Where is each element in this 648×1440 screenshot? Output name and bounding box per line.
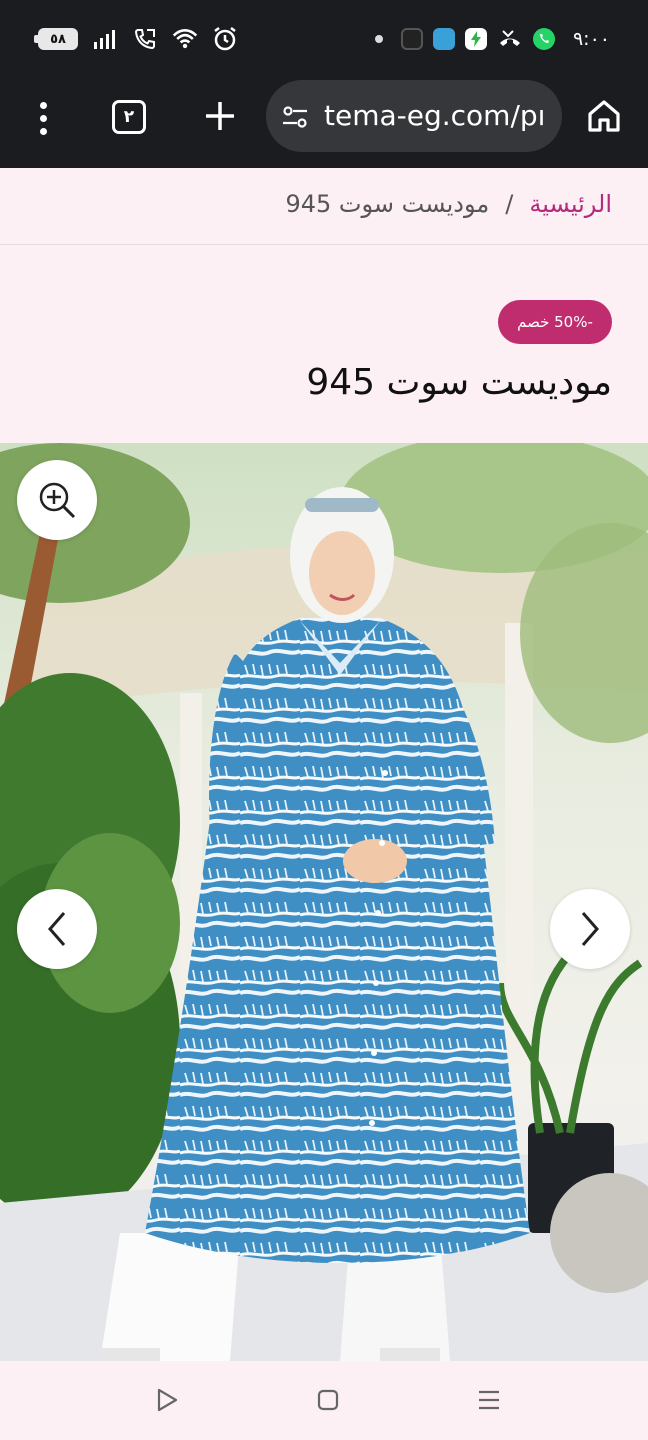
- back-triangle-icon[interactable]: [152, 1385, 182, 1415]
- status-right: ٩:٠٠: [374, 24, 610, 54]
- breadcrumb-separator: /: [505, 190, 514, 218]
- sale-badge: -50% خصم: [498, 300, 612, 344]
- breadcrumb-bar: الرئيسية / موديست سوت 945: [0, 168, 648, 245]
- more-icon[interactable]: [28, 98, 58, 138]
- new-tab-icon[interactable]: [200, 96, 240, 136]
- home-icon[interactable]: [584, 96, 624, 136]
- site-settings-icon[interactable]: [280, 102, 310, 132]
- breadcrumb: الرئيسية / موديست سوت 945: [285, 190, 612, 218]
- signal-icon: [92, 26, 118, 52]
- product-header: -50% خصم موديست سوت 945: [0, 246, 648, 443]
- whatsapp-icon: [532, 28, 555, 50]
- breadcrumb-home-link[interactable]: الرئيسية: [529, 190, 612, 218]
- breadcrumb-current: موديست سوت 945: [285, 190, 490, 218]
- app-icon-1: [400, 28, 423, 50]
- browser-toolbar: ٢ tema-eg.com/pı: [0, 78, 648, 168]
- url-text[interactable]: tema-eg.com/pı: [324, 99, 545, 132]
- product-photo: [0, 443, 648, 1361]
- tabs-icon[interactable]: ٢: [112, 100, 146, 134]
- notification-dot-icon: [374, 35, 383, 43]
- address-bar[interactable]: tema-eg.com/pı: [266, 80, 562, 152]
- app-icon-2: [432, 28, 455, 50]
- alarm-icon: [212, 26, 238, 52]
- product-title: موديست سوت 945: [306, 362, 612, 403]
- recents-menu-icon[interactable]: [474, 1385, 504, 1415]
- product-gallery[interactable]: [0, 443, 648, 1361]
- wifi-icon: [172, 26, 198, 52]
- previous-arrow-icon[interactable]: [17, 889, 97, 969]
- app-icon-3: [464, 28, 487, 50]
- status-left: ٥٨: [34, 24, 238, 54]
- system-nav-bar: [0, 1361, 648, 1440]
- zoom-in-icon[interactable]: [17, 460, 97, 540]
- battery-indicator: ٥٨: [34, 28, 78, 50]
- status-clock: ٩:٠٠: [572, 28, 610, 50]
- status-bar: ٥٨ ٩:٠٠: [0, 0, 648, 78]
- next-arrow-icon[interactable]: [550, 889, 630, 969]
- call-icon: [132, 26, 158, 52]
- home-square-icon[interactable]: [313, 1385, 343, 1415]
- missed-call-icon: [497, 26, 523, 52]
